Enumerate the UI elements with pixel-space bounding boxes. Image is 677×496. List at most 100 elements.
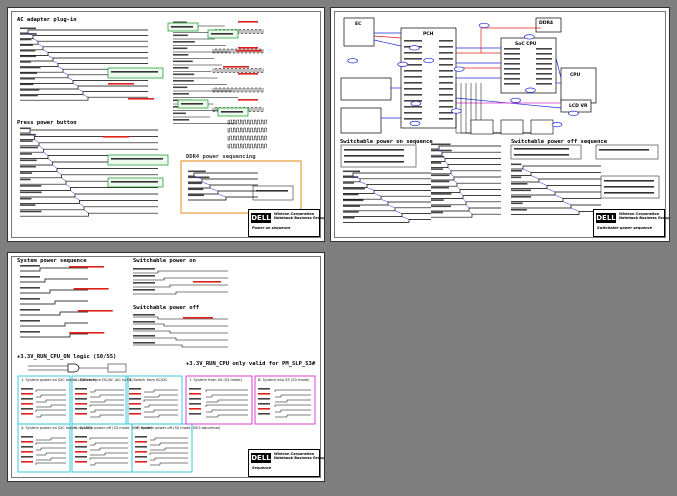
soc-block-label: SoC CPU: [515, 42, 537, 47]
label-mark: [258, 388, 270, 390]
label-mark: [189, 403, 201, 405]
label-mark: [404, 76, 422, 78]
label-mark: [20, 197, 32, 200]
waveform: [20, 168, 158, 172]
label-mark: [343, 193, 359, 196]
waveform: [343, 172, 431, 177]
label-mark: [511, 183, 528, 185]
label-mark: [20, 94, 38, 97]
waveform: [188, 190, 258, 195]
label-mark: [20, 165, 36, 168]
label-mark: [133, 289, 155, 291]
waveform: [431, 151, 501, 156]
label-mark: [21, 451, 33, 453]
waveform: [343, 195, 431, 200]
label-mark: [20, 89, 40, 91]
waveform: [20, 200, 158, 204]
waveform: [431, 195, 501, 199]
label-mark: [20, 320, 40, 322]
label-mark: [211, 33, 233, 35]
test-point: [410, 100, 422, 107]
label-mark: [404, 70, 422, 72]
schematic-sheet-switchable[interactable]: EC PCH SoC CPU CPU DDR4 LCD VR Switchabl…: [330, 7, 670, 242]
label-mark: [343, 199, 364, 202]
waveform: [431, 158, 501, 162]
label-mark: [75, 441, 87, 443]
waveform: [20, 57, 148, 62]
label-mark: [193, 281, 221, 283]
waveform: [511, 204, 601, 209]
waveform: [188, 196, 258, 201]
test-point: [453, 66, 465, 72]
test-point: [409, 120, 421, 126]
label-mark: [173, 54, 189, 56]
label-mark: [439, 40, 453, 42]
waveform: [20, 129, 158, 134]
waveform: [20, 148, 158, 153]
label-mark: [20, 159, 37, 162]
label-mark: [133, 335, 155, 337]
label-mark: [75, 456, 87, 458]
label-mark: [173, 93, 190, 95]
waveform: [431, 207, 501, 212]
label-mark: [511, 189, 531, 192]
waveform: [431, 213, 501, 218]
pch-block-label: PCH: [423, 32, 434, 37]
cpu-block-label: CPU: [570, 73, 581, 78]
label-mark: [504, 53, 520, 55]
label-mark: [21, 446, 33, 448]
label-mark: [431, 143, 451, 146]
label-mark: [135, 436, 147, 438]
test-point: [525, 87, 536, 93]
label-mark: [20, 77, 35, 80]
label-mark: [173, 47, 188, 50]
label-mark: [20, 331, 40, 333]
label-mark: [258, 403, 270, 405]
label-mark: [604, 180, 654, 182]
label-mark: [236, 50, 262, 52]
label-mark: [404, 106, 422, 108]
title-block-subtitle: Sequence: [252, 466, 272, 470]
label-mark: [439, 112, 453, 114]
label-mark: [343, 187, 365, 190]
company-name: Wistron Corporation Notebook Business Gro…: [274, 452, 325, 460]
label-mark: [256, 190, 288, 192]
label-mark: [20, 72, 38, 74]
label-mark: [258, 398, 270, 400]
label-mark: [238, 99, 258, 101]
waveform: [431, 176, 501, 181]
label-mark: [599, 149, 649, 151]
waveform: [431, 170, 501, 175]
label-mark: [431, 180, 450, 183]
label-mark: [75, 398, 87, 400]
label-mark: [504, 78, 520, 80]
label-mark: [20, 210, 42, 213]
label-mark: [20, 27, 36, 30]
schematic-sheet-power-on[interactable]: AC adapter plug-in Press power button DD…: [7, 7, 325, 242]
timing-diagram-power-on: [20, 21, 302, 217]
label-mark: [133, 275, 155, 277]
waveform: [20, 35, 148, 39]
label-mark: [129, 403, 141, 405]
label-mark: [536, 68, 552, 70]
case-7-label: 7. System from S0 (S3 mode): [189, 378, 243, 382]
waveform: [431, 201, 501, 206]
title-block-subtitle: Power on sequence: [252, 226, 291, 230]
waveform: [188, 178, 258, 183]
waveform: [511, 165, 601, 170]
label-mark: [133, 314, 155, 316]
label-mark: [111, 181, 158, 183]
label-mark: [514, 148, 569, 150]
label-mark: [189, 408, 201, 410]
label-mark: [135, 451, 147, 453]
waveform: [511, 191, 601, 196]
label-mark: [536, 63, 552, 65]
label-mark: [133, 268, 155, 270]
waveform: [343, 201, 431, 206]
schematic-sheet-system-power[interactable]: System power sequence Switchable power o…: [7, 252, 325, 482]
label-mark: [604, 192, 654, 194]
waveform: [511, 211, 601, 215]
label-mark: [75, 413, 87, 415]
test-point: [409, 45, 420, 51]
label-mark: [439, 70, 453, 72]
